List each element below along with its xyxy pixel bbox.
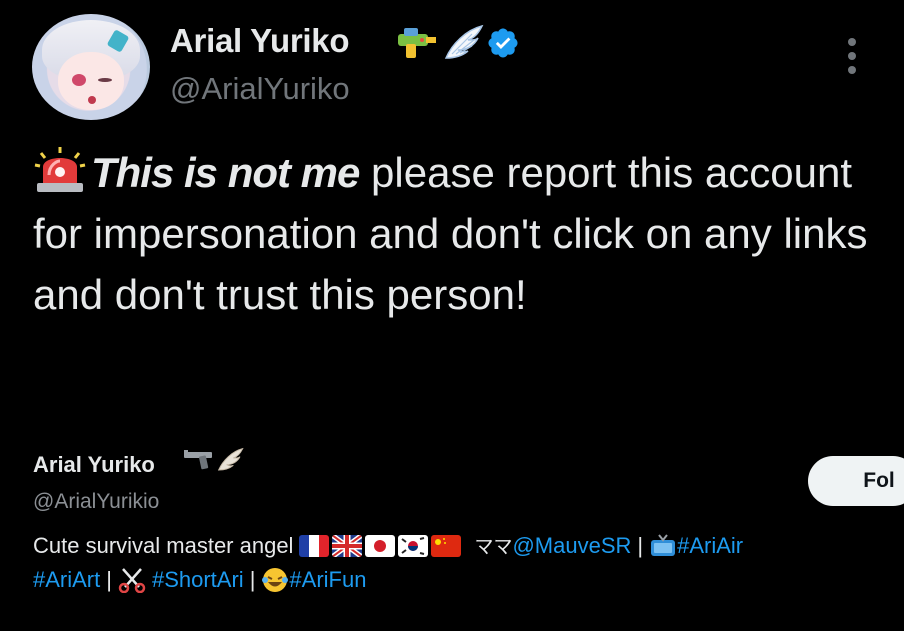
bio-separator: |: [249, 567, 256, 592]
laughing-face-icon: [262, 568, 289, 592]
bio-separator: |: [637, 532, 644, 558]
follow-button[interactable]: Fol: [808, 456, 904, 506]
tweet-text: This is not me please report this accoun…: [33, 142, 883, 325]
more-options-icon[interactable]: [845, 38, 859, 74]
card-badges: [182, 446, 244, 474]
dot: [848, 66, 856, 74]
dot: [848, 52, 856, 60]
bio-hashtag-ariart[interactable]: #AriArt: [33, 567, 100, 593]
bio-line-1: Cute survival master angel ママ @MauveSR |…: [33, 532, 743, 559]
police-siren-icon: [34, 147, 86, 192]
television-icon: [651, 533, 676, 556]
author-display-name[interactable]: Arial Yuriko: [170, 22, 350, 60]
dot: [848, 38, 856, 46]
verified-icon[interactable]: [486, 26, 520, 60]
uk-flag: [332, 534, 363, 557]
avatar-eye-wink: [98, 78, 112, 82]
bio-line-2: #AriArt | #ShortAri | #AriFun: [33, 566, 366, 594]
france-flag: [299, 534, 330, 557]
japan-flag: [365, 534, 396, 557]
tweet-emphasis: This is not me: [91, 149, 360, 196]
bio-mention-link[interactable]: @MauveSR: [512, 533, 631, 559]
avatar-eye: [72, 74, 86, 86]
gun-icon: [184, 450, 212, 470]
bio-text: Cute survival master angel: [33, 532, 294, 558]
bio-hashtag-arifun[interactable]: #AriFun: [289, 567, 366, 593]
bio-separator: |: [106, 567, 112, 592]
card-display-name[interactable]: Arial Yuriko: [33, 452, 155, 478]
china-flag: [431, 534, 462, 557]
korea-flag: [398, 534, 429, 557]
avatar-mouth: [88, 96, 96, 104]
scissors-icon: [118, 568, 146, 593]
author-badges: [396, 24, 520, 62]
bio-hashtag-shortari[interactable]: #ShortAri: [152, 567, 244, 593]
avatar[interactable]: [32, 14, 150, 120]
bio-mention-prefix: ママ: [474, 537, 513, 558]
author-handle[interactable]: @ArialYuriko: [170, 71, 350, 107]
wing-icon: [217, 447, 244, 471]
card-handle[interactable]: @ArialYurikio: [33, 490, 159, 514]
water-gun-icon: [398, 28, 436, 58]
wing-icon: [444, 24, 484, 59]
bio-hashtag-ariair[interactable]: #AriAir: [677, 533, 743, 559]
